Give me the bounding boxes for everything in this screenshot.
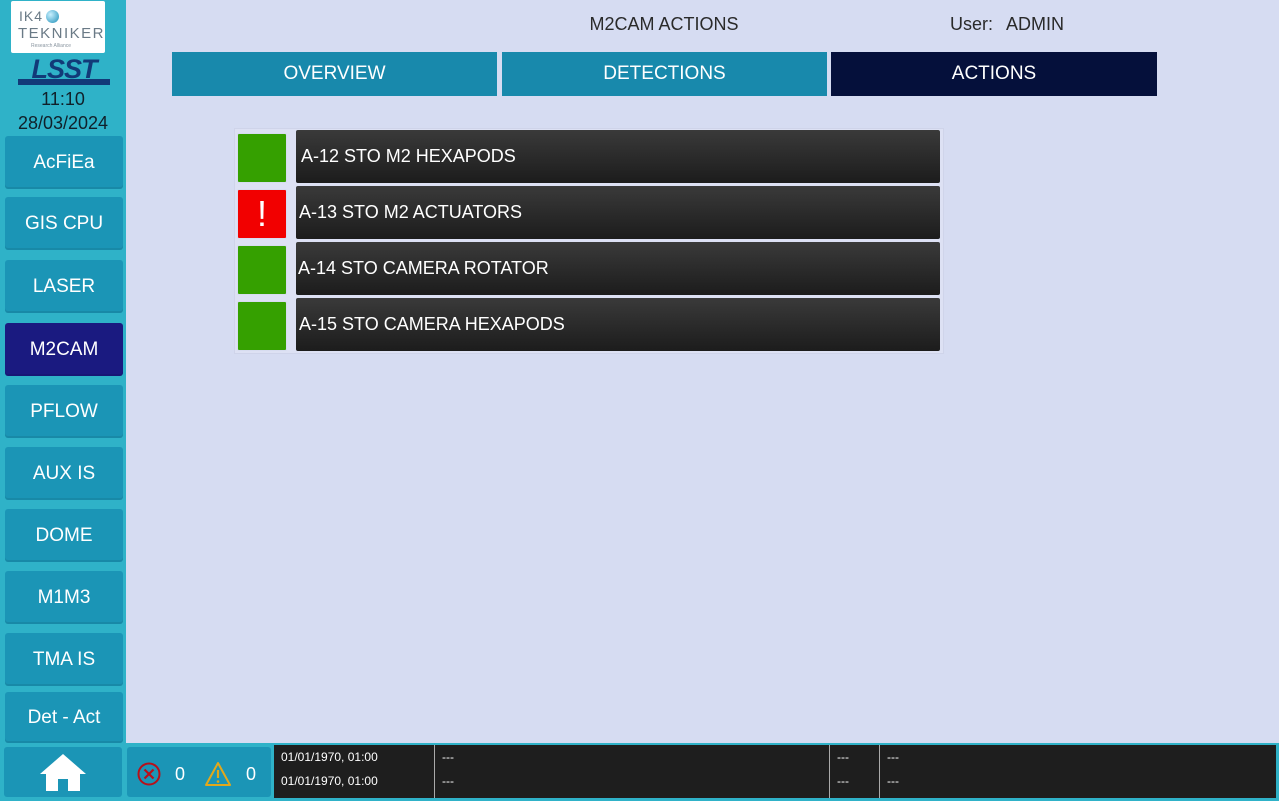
clock-date: 28/03/2024 xyxy=(17,113,109,133)
status-indicator-alarm: ! xyxy=(237,189,287,239)
event-timestamp-column: 01/01/1970, 01:00 01/01/1970, 01:00 xyxy=(274,745,434,798)
status-indicator-ok xyxy=(237,245,287,295)
action-button-a12[interactable]: A-12 STO M2 HEXAPODS xyxy=(296,130,940,183)
event-detail-column: --- --- xyxy=(879,745,1276,798)
telescope-logo-underline xyxy=(18,79,110,85)
event-message: --- xyxy=(442,750,454,764)
sidebar-item-laser[interactable]: LASER xyxy=(5,260,123,313)
warning-icon xyxy=(205,762,231,786)
sidebar-item-m1m3[interactable]: M1M3 xyxy=(5,571,123,624)
telescope-logo: LSST xyxy=(18,54,110,88)
event-detail: --- xyxy=(887,750,899,764)
page-title: M2CAM ACTIONS xyxy=(589,14,739,34)
tab-actions[interactable]: ACTIONS xyxy=(831,52,1157,96)
sidebar-item-dome[interactable]: DOME xyxy=(5,509,123,562)
sidebar-item-pflow[interactable]: PFLOW xyxy=(5,385,123,438)
event-code: --- xyxy=(837,750,849,764)
alarm-icon xyxy=(137,762,161,786)
user-name: ADMIN xyxy=(1006,14,1064,34)
event-code: --- xyxy=(837,774,849,788)
action-button-a15[interactable]: A-15 STO CAMERA HEXAPODS xyxy=(296,298,940,351)
tab-overview[interactable]: OVERVIEW xyxy=(172,52,497,96)
warning-count: 0 xyxy=(246,764,257,784)
action-button-a13[interactable]: A-13 STO M2 ACTUATORS xyxy=(296,186,940,239)
home-button[interactable] xyxy=(4,747,122,797)
user-label: User: xyxy=(950,14,994,34)
sidebar-item-det-act[interactable]: Det - Act xyxy=(5,692,123,743)
partner-logo: IK4 TEKNIKER Research Alliance xyxy=(11,1,105,53)
event-code-column: --- --- xyxy=(829,745,879,798)
event-detail: --- xyxy=(887,774,899,788)
sidebar-item-aux-is[interactable]: AUX IS xyxy=(5,447,123,500)
sidebar-item-acfiea[interactable]: AcFiEa xyxy=(5,136,123,189)
sidebar-item-tma-is[interactable]: TMA IS xyxy=(5,633,123,686)
home-icon xyxy=(40,754,86,791)
partner-logo-text2: TEKNIKER xyxy=(18,25,106,42)
partner-logo-globe-icon xyxy=(46,10,59,23)
event-message: --- xyxy=(442,774,454,788)
clock-time: 11:10 xyxy=(41,89,85,109)
alarm-count: 0 xyxy=(175,764,186,784)
event-message-column: --- --- xyxy=(434,745,829,798)
alarm-counter[interactable]: 0 0 xyxy=(127,747,271,797)
status-indicator-ok xyxy=(237,133,287,183)
event-timestamp: 01/01/1970, 01:00 xyxy=(281,750,378,764)
partner-logo-tagline: Research Alliance xyxy=(31,43,72,49)
event-log: 01/01/1970, 01:00 01/01/1970, 01:00 --- … xyxy=(274,745,1276,798)
event-timestamp: 01/01/1970, 01:00 xyxy=(281,774,378,788)
partner-logo-text: IK4 xyxy=(19,8,44,24)
action-button-a14[interactable]: A-14 STO CAMERA ROTATOR xyxy=(296,242,940,295)
tab-detections[interactable]: DETECTIONS xyxy=(502,52,827,96)
sidebar-item-gis-cpu[interactable]: GIS CPU xyxy=(5,197,123,250)
status-indicator-ok xyxy=(237,301,287,351)
sidebar-item-m2cam[interactable]: M2CAM xyxy=(5,323,123,376)
